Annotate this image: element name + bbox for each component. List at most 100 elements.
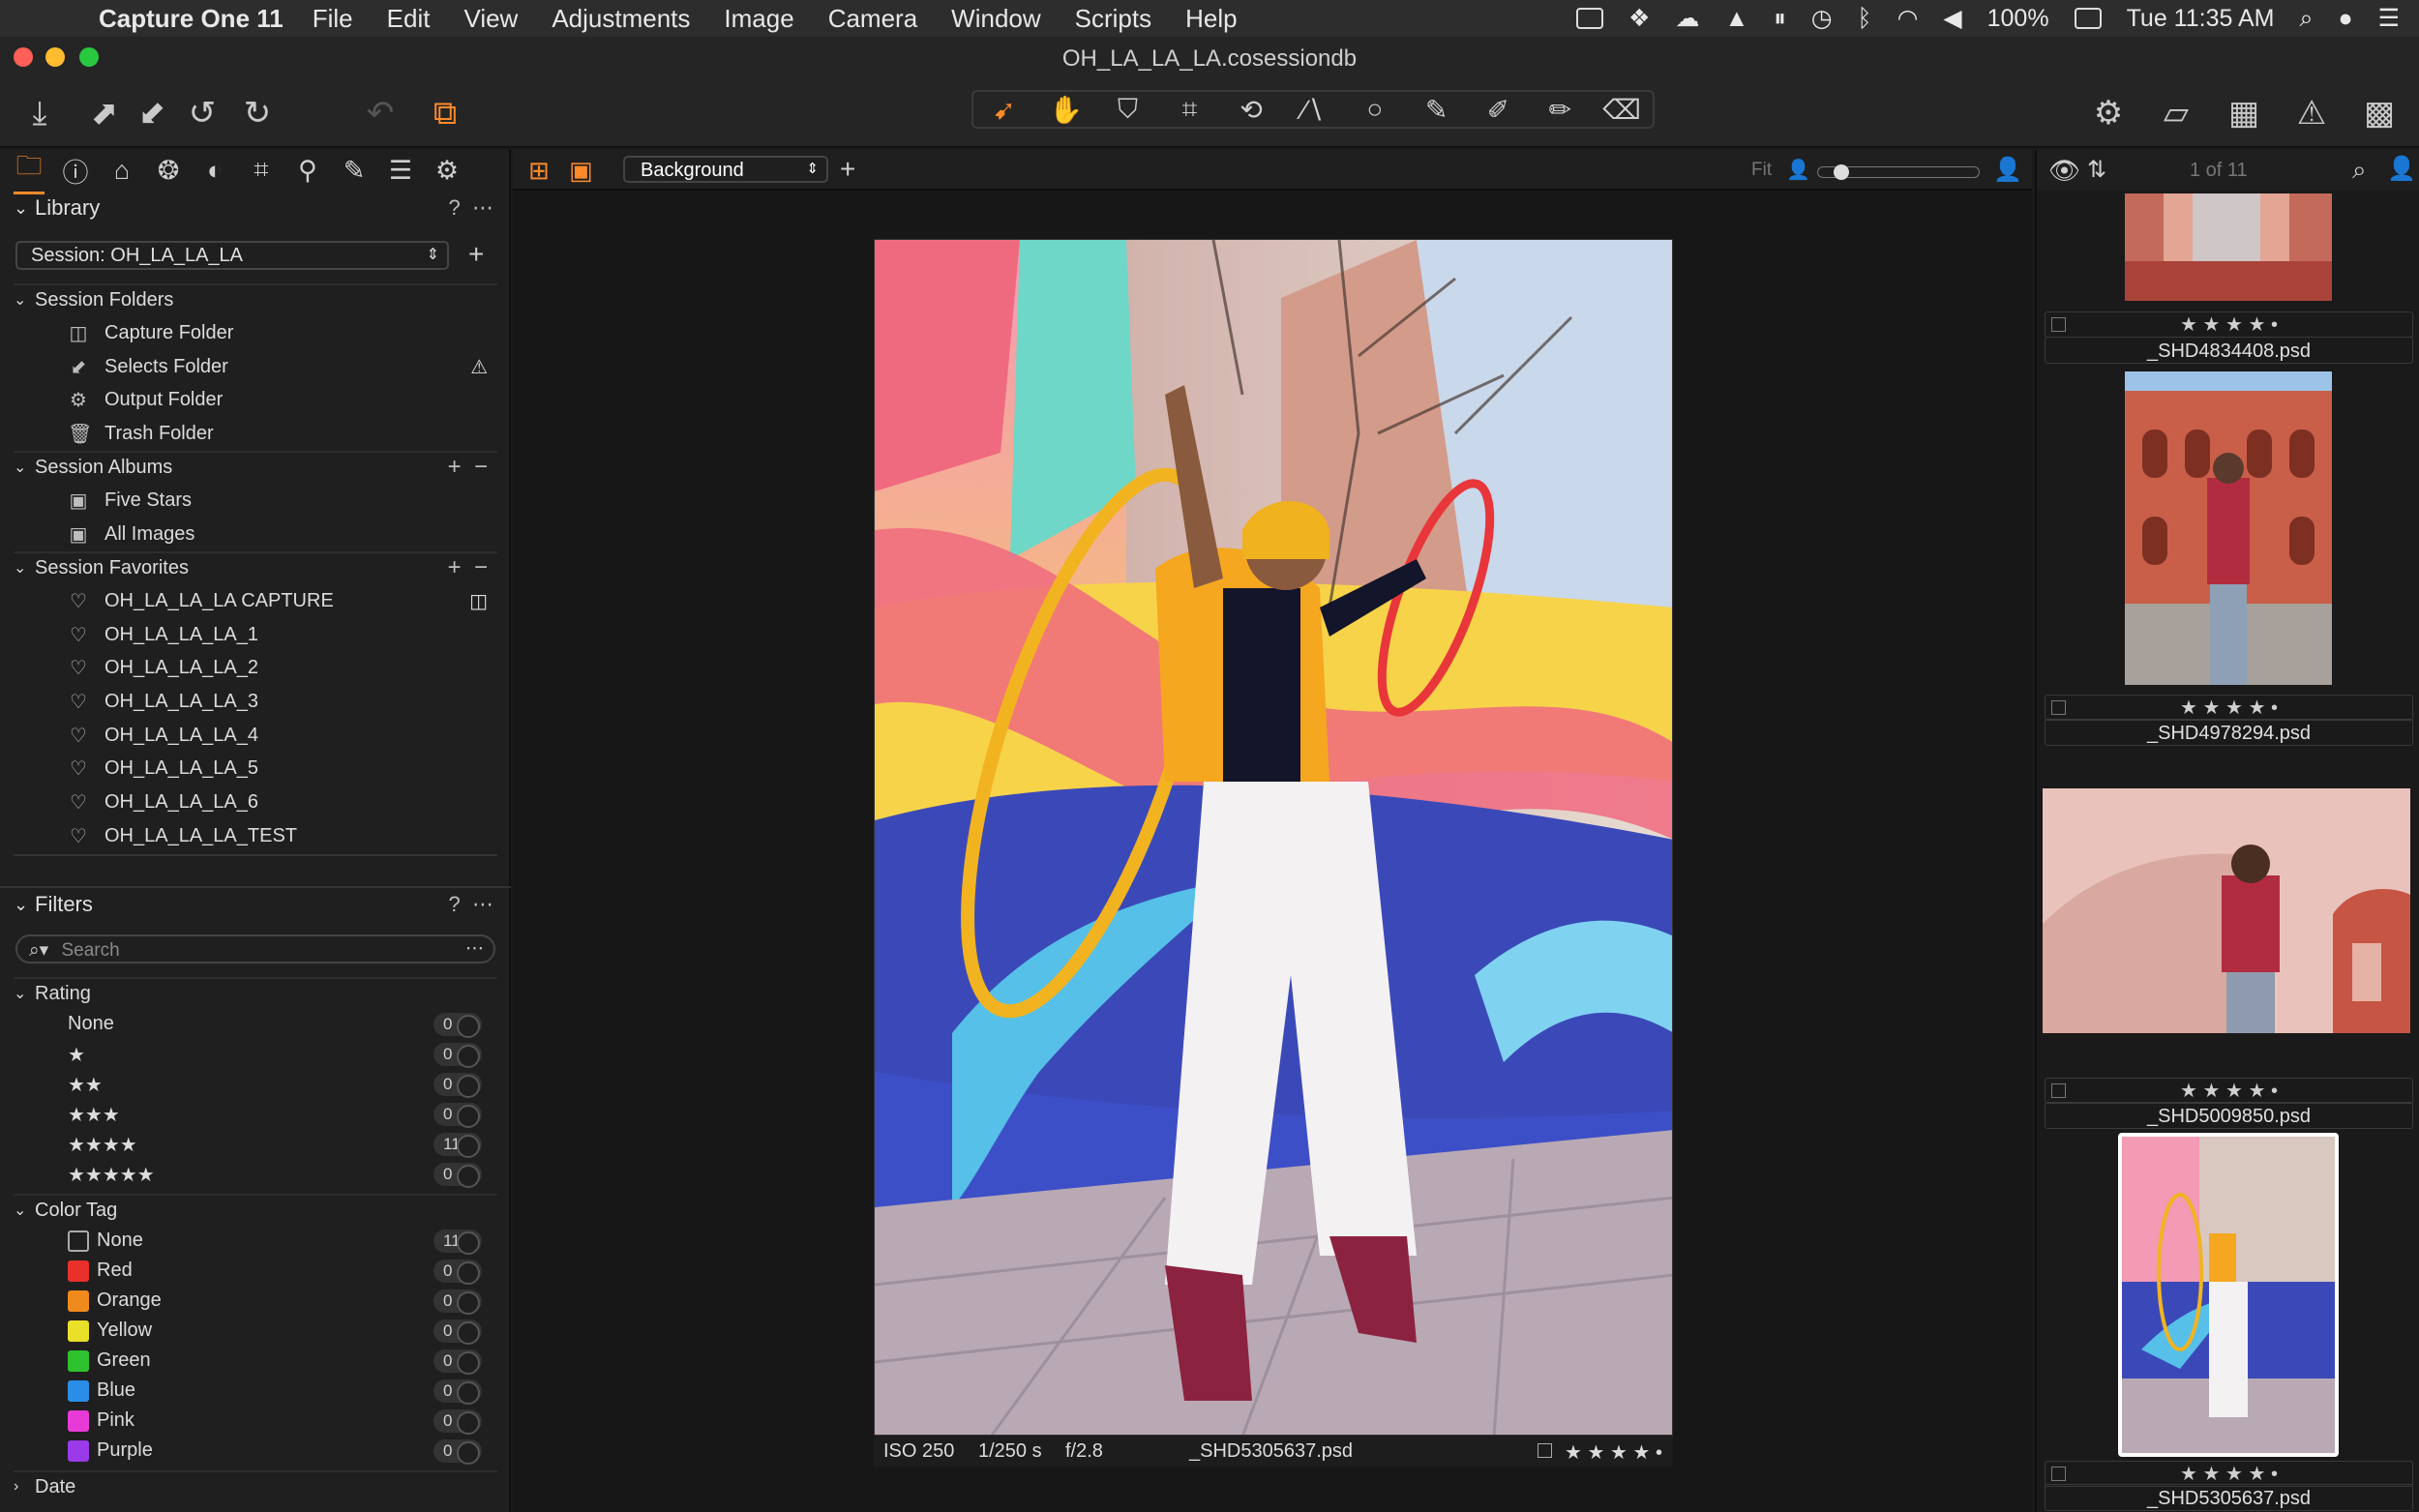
add-remove-album-buttons[interactable]: + −	[448, 454, 488, 481]
thumbnail-stars[interactable]: ★ ★ ★ ★ •	[2180, 697, 2278, 719]
person-icon[interactable]: 👤	[2387, 155, 2416, 183]
color-count-toggle[interactable]: 0	[433, 1439, 482, 1465]
time-machine-icon[interactable]: ◷	[1811, 4, 1833, 33]
add-style-button[interactable]: +	[840, 154, 855, 185]
rating-header[interactable]: ⌄ Rating	[14, 977, 497, 1008]
pick-color-icon[interactable]: ✎	[1408, 94, 1466, 126]
color-filter-row[interactable]: Yellow 0	[0, 1316, 511, 1346]
thumbnail-checkbox[interactable]	[2051, 1467, 2066, 1481]
thumbnail-stars[interactable]: ★ ★ ★ ★ •	[2180, 1464, 2278, 1485]
metadata-tab-icon[interactable]: ☰	[385, 156, 416, 186]
rating-filter-row[interactable]: ★★ 0	[0, 1069, 511, 1099]
grid-overlay-icon[interactable]: ▦	[2222, 91, 2266, 135]
favorite-item[interactable]: ♡ OH_LA_LA_LA_1	[0, 618, 511, 651]
add-session-button[interactable]: +	[468, 239, 484, 270]
menu-help[interactable]: Help	[1185, 4, 1237, 34]
menu-image[interactable]: Image	[724, 4, 793, 34]
keystone-icon[interactable]: ∕∖	[1284, 94, 1342, 126]
rating-count-toggle[interactable]: 0	[433, 1073, 482, 1098]
clock[interactable]: Tue 11:35 AM	[2127, 5, 2275, 33]
main-photo[interactable]	[874, 239, 1673, 1436]
info-tab-icon[interactable]: ⓘ	[60, 152, 91, 190]
color-filter-row[interactable]: Orange 0	[0, 1286, 511, 1316]
volume-icon[interactable]: ◀	[1943, 4, 1961, 33]
thumbnail-stars[interactable]: ★ ★ ★ ★ •	[2180, 1081, 2278, 1102]
filters-help[interactable]: ? ⋯	[449, 892, 493, 917]
five-stars-album-item[interactable]: ▣ Five Stars	[0, 484, 511, 517]
eye-icon[interactable]: 👁	[2048, 156, 2080, 186]
color-tab-icon[interactable]: ❂	[153, 156, 184, 186]
menu-window[interactable]: Window	[951, 4, 1040, 34]
siri-icon[interactable]: ●	[2338, 5, 2352, 33]
color-count-toggle[interactable]: 0	[433, 1319, 482, 1345]
color-count-toggle[interactable]: 11	[433, 1230, 482, 1255]
session-favorites-header[interactable]: ⌄ Session Favorites + −	[14, 551, 497, 582]
output-folder-item[interactable]: ⚙ Output Folder	[0, 383, 511, 416]
search-icon[interactable]: ⌕	[2352, 155, 2367, 186]
reset-icon[interactable]: ↶	[358, 91, 403, 135]
color-count-toggle[interactable]: 0	[433, 1260, 482, 1285]
import-icon[interactable]: ⤓	[17, 91, 62, 135]
airplay-icon[interactable]	[1576, 8, 1604, 29]
rating-filter-row[interactable]: ★★★★ 11	[0, 1129, 511, 1159]
session-folders-header[interactable]: ⌄ Session Folders	[14, 283, 497, 314]
star-rating[interactable]: ★ ★ ★ ★ •	[1565, 1440, 1662, 1465]
color-count-toggle[interactable]: 0	[433, 1290, 482, 1315]
sort-icon[interactable]: ⇅	[2087, 156, 2106, 184]
eraser-icon[interactable]: ⌫	[1593, 94, 1651, 126]
zoom-slider[interactable]	[1817, 164, 1980, 180]
favorite-item[interactable]: ♡ OH_LA_LA_LA_2	[0, 651, 511, 684]
thumbnail-rating-bar[interactable]: ★ ★ ★ ★ •	[2045, 1078, 2413, 1104]
details-tab-icon[interactable]: ⚲	[292, 156, 323, 186]
notification-center-icon[interactable]: ☰	[2378, 4, 2400, 33]
settings-gear-icon[interactable]: ⚙	[2086, 91, 2131, 135]
menu-file[interactable]: File	[313, 4, 353, 34]
select-cursor-icon[interactable]: ➹	[975, 94, 1033, 126]
menu-camera[interactable]: Camera	[828, 4, 917, 34]
lens-crop-tab-icon[interactable]: ⌗	[246, 155, 277, 186]
rotate-icon[interactable]: ⟲	[1222, 94, 1280, 126]
rating-filter-row[interactable]: ★★★★★ 0	[0, 1159, 511, 1189]
thumbnail-checkbox[interactable]	[2051, 317, 2066, 332]
more-options-icon[interactable]: ⋯	[465, 937, 484, 960]
favorite-item[interactable]: ♡ OH_LA_LA_LA CAPTURE ◫	[0, 584, 511, 617]
color-filter-row[interactable]: Blue 0	[0, 1376, 511, 1406]
favorite-item[interactable]: ♡ OH_LA_LA_LA_TEST	[0, 819, 511, 852]
style-select[interactable]: Background ⇕	[623, 156, 828, 183]
menu-edit[interactable]: Edit	[387, 4, 431, 34]
rating-filter-row[interactable]: None 0	[0, 1009, 511, 1039]
adjustments-tab-icon[interactable]: ✎	[339, 156, 370, 186]
app-status-icon[interactable]: ▲	[1724, 5, 1748, 33]
color-filter-row[interactable]: Red 0	[0, 1256, 511, 1286]
color-count-toggle[interactable]: 0	[433, 1379, 482, 1405]
thumbnail-image[interactable]	[2043, 788, 2410, 1033]
redo-icon[interactable]: ↻	[235, 91, 280, 135]
library-help[interactable]: ? ⋯	[449, 195, 493, 221]
rating-count-toggle[interactable]: 11	[433, 1133, 482, 1158]
trash-folder-item[interactable]: 🗑 Trash Folder	[0, 417, 511, 450]
thumbnail-checkbox[interactable]	[2051, 700, 2066, 715]
zoom-slider-knob[interactable]	[1834, 164, 1849, 180]
library-tab-icon[interactable]: 🗀	[14, 147, 45, 194]
wifi-icon[interactable]: ◠	[1897, 4, 1919, 33]
thumbnail-image[interactable]	[2125, 371, 2332, 685]
color-filter-row[interactable]: Purple 0	[0, 1436, 511, 1466]
rating-count-toggle[interactable]: 0	[433, 1103, 482, 1128]
all-images-album-item[interactable]: ▣ All Images	[0, 518, 511, 550]
capture-tab-icon[interactable]: ⌂	[106, 156, 137, 186]
undo-icon[interactable]: ↺	[180, 91, 224, 135]
rating-count-toggle[interactable]: 0	[433, 1043, 482, 1068]
menu-scripts[interactable]: Scripts	[1075, 4, 1151, 34]
copy-apply-icon[interactable]: ⧉	[423, 91, 467, 135]
thumbnail-image[interactable]	[2125, 193, 2332, 301]
menu-app-name[interactable]: Capture One 11	[99, 4, 284, 34]
crop-icon[interactable]: ⌗	[1160, 94, 1218, 126]
color-tag-header[interactable]: ⌄ Color Tag	[14, 1194, 497, 1225]
thumbnail-stars[interactable]: ★ ★ ★ ★ •	[2180, 314, 2278, 336]
filters-header[interactable]: ⌄ Filters ? ⋯	[0, 886, 511, 921]
bluetooth-icon[interactable]: ᛒ	[1858, 5, 1872, 33]
process-icon[interactable]: ⬋	[130, 91, 174, 135]
select-checkbox[interactable]	[1538, 1443, 1552, 1458]
color-filter-row[interactable]: None 11	[0, 1226, 511, 1256]
favorite-item[interactable]: ♡ OH_LA_LA_LA_6	[0, 786, 511, 818]
